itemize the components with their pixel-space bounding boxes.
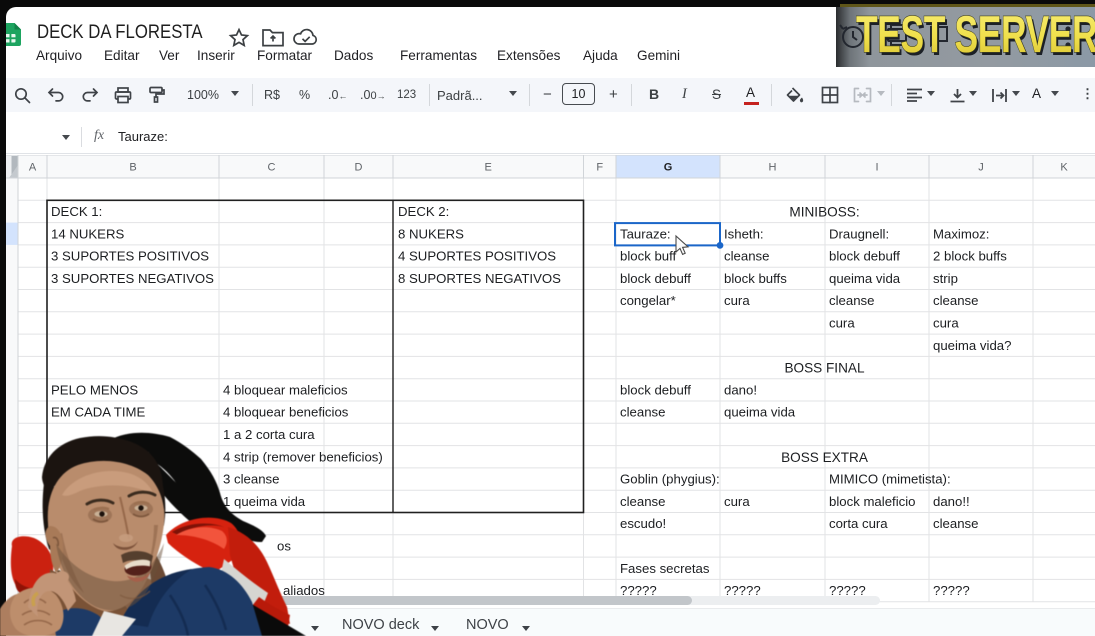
- svg-text:strip: strip: [933, 271, 958, 286]
- svg-text:8 NUKERS: 8 NUKERS: [398, 226, 464, 241]
- svg-text:EM CADA TIME: EM CADA TIME: [51, 405, 145, 420]
- svg-text:cura: cura: [829, 316, 855, 331]
- svg-text:BOSS FINAL: BOSS FINAL: [784, 361, 865, 376]
- svg-text:block debuff: block debuff: [620, 271, 691, 286]
- svg-text:cura: cura: [933, 316, 959, 331]
- svg-text:dano!: dano!: [724, 382, 757, 397]
- svg-text:dano!!: dano!!: [933, 494, 970, 509]
- svg-text:2 block buffs: 2 block buffs: [933, 249, 1007, 264]
- svg-text:cura: cura: [724, 494, 750, 509]
- svg-text:cleanse: cleanse: [724, 249, 769, 264]
- svg-text:MINIBOSS:: MINIBOSS:: [789, 205, 859, 220]
- svg-text:block buff: block buff: [620, 249, 677, 264]
- svg-text:3 SUPORTES NEGATIVOS: 3 SUPORTES NEGATIVOS: [51, 271, 214, 286]
- svg-text:queima vida: queima vida: [724, 405, 796, 420]
- svg-text:queima vida?: queima vida?: [933, 338, 1011, 353]
- svg-text:TEST SERVER: TEST SERVER: [856, 7, 1095, 64]
- svg-text:14 NUKERS: 14 NUKERS: [51, 226, 124, 241]
- svg-text:H: H: [769, 162, 777, 174]
- svg-text:DECK 1:: DECK 1:: [51, 204, 102, 219]
- svg-text:I: I: [875, 162, 878, 174]
- svg-text:Maximoz:: Maximoz:: [933, 226, 989, 241]
- svg-text:MIMICO (mimetista):: MIMICO (mimetista):: [829, 472, 951, 487]
- svg-text:BOSS EXTRA: BOSS EXTRA: [781, 450, 869, 465]
- svg-text:cleanse: cleanse: [829, 293, 874, 308]
- svg-text:block debuff: block debuff: [829, 249, 900, 264]
- svg-text:G: G: [664, 162, 673, 174]
- svg-text:A: A: [29, 162, 37, 174]
- svg-text:block maleficio: block maleficio: [829, 494, 916, 509]
- svg-text:Tauraze:: Tauraze:: [620, 226, 671, 241]
- svg-text:F: F: [596, 162, 603, 174]
- svg-text:congelar*: congelar*: [620, 293, 676, 308]
- svg-text:Fases secretas: Fases secretas: [620, 561, 710, 576]
- svg-text:DECK 2:: DECK 2:: [398, 204, 449, 219]
- svg-text:cleanse: cleanse: [933, 516, 978, 531]
- svg-text:?????: ?????: [933, 583, 970, 598]
- svg-text:3 SUPORTES POSITIVOS: 3 SUPORTES POSITIVOS: [51, 249, 209, 264]
- svg-text:C: C: [268, 162, 276, 174]
- svg-text:cleanse: cleanse: [933, 293, 978, 308]
- svg-text:corta cura: corta cura: [829, 516, 888, 531]
- svg-text:cleanse: cleanse: [620, 494, 665, 509]
- svg-text:Draugnell:: Draugnell:: [829, 226, 889, 241]
- svg-text:E: E: [485, 162, 492, 174]
- svg-text:4 SUPORTES POSITIVOS: 4 SUPORTES POSITIVOS: [398, 249, 556, 264]
- svg-text:D: D: [355, 162, 363, 174]
- svg-text:block debuff: block debuff: [620, 382, 691, 397]
- svg-text:B: B: [129, 162, 136, 174]
- svg-text:escudo!: escudo!: [620, 516, 666, 531]
- svg-text:K: K: [1060, 162, 1068, 174]
- svg-text:J: J: [978, 162, 984, 174]
- svg-text:cleanse: cleanse: [620, 405, 665, 420]
- svg-text:Goblin (phygius):: Goblin (phygius):: [620, 472, 720, 487]
- svg-text:block buffs: block buffs: [724, 271, 787, 286]
- svg-text:cura: cura: [724, 293, 750, 308]
- svg-text:queima vida: queima vida: [829, 271, 901, 286]
- svg-text:4 bloquear maleficios: 4 bloquear maleficios: [223, 382, 348, 397]
- svg-text:4 bloquear beneficios: 4 bloquear beneficios: [223, 405, 349, 420]
- svg-text:8 SUPORTES NEGATIVOS: 8 SUPORTES NEGATIVOS: [398, 271, 561, 286]
- svg-text:PELO MENOS: PELO MENOS: [51, 382, 138, 397]
- svg-text:Isheth:: Isheth:: [724, 226, 764, 241]
